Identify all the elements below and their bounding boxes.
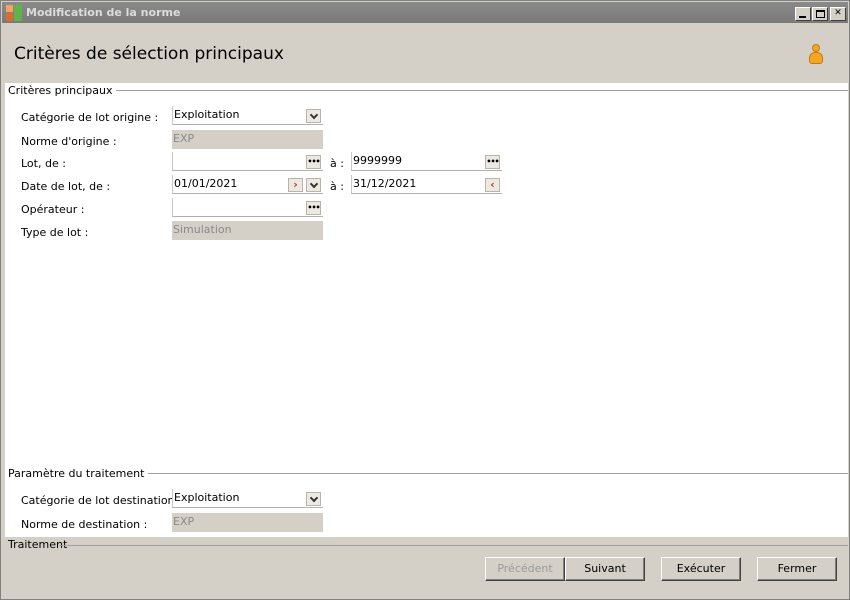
date-to-calendar-button[interactable]: ‹ bbox=[485, 178, 500, 192]
categorie-destination-select[interactable]: Exploitation bbox=[172, 489, 323, 508]
date-to-input[interactable]: 31/12/2021 bbox=[351, 175, 502, 194]
section-divider bbox=[59, 545, 848, 546]
norme-destination-field: EXP bbox=[172, 513, 323, 532]
lot-to-input[interactable]: 9999999 bbox=[351, 152, 502, 171]
categorie-destination-dropdown[interactable] bbox=[306, 492, 321, 506]
title-bar[interactable]: Modification de la norme ✕ bbox=[2, 2, 848, 23]
section-main-label: Critères principaux bbox=[8, 84, 117, 97]
app-icon bbox=[6, 5, 22, 21]
date-from-dropdown[interactable] bbox=[306, 178, 321, 192]
calendar-prev-icon: ‹ bbox=[490, 178, 495, 191]
norme-origine-label: Norme d'origine : bbox=[21, 135, 117, 148]
lot-from-input[interactable] bbox=[172, 152, 323, 171]
section-divider bbox=[126, 473, 848, 474]
page-title: Critères de sélection principaux bbox=[14, 44, 284, 64]
main-window: Modification de la norme ✕ Critères de s… bbox=[0, 0, 850, 600]
categorie-origine-select[interactable]: Exploitation bbox=[172, 106, 323, 125]
operateur-input[interactable] bbox=[172, 198, 323, 217]
lot-to-lookup-button[interactable]: ••• bbox=[485, 155, 500, 169]
maximize-button[interactable] bbox=[812, 7, 828, 21]
calendar-next-icon: › bbox=[293, 178, 298, 191]
chevron-down-icon bbox=[309, 179, 318, 189]
norme-destination-label: Norme de destination : bbox=[21, 518, 148, 531]
close-window-button[interactable]: Fermer bbox=[757, 557, 837, 581]
lot-from-label: Lot, de : bbox=[21, 157, 66, 170]
categorie-origine-dropdown[interactable] bbox=[306, 109, 321, 123]
section-divider bbox=[91, 90, 848, 91]
ellipsis-icon: ••• bbox=[486, 157, 499, 166]
previous-button[interactable]: Précédent bbox=[485, 557, 565, 581]
categorie-destination-label: Catégorie de lot destination : bbox=[21, 494, 182, 507]
norme-origine-field: EXP bbox=[172, 130, 323, 149]
date-from-calendar-button[interactable]: › bbox=[288, 178, 303, 192]
categorie-origine-label: Catégorie de lot origine : bbox=[21, 111, 159, 124]
date-to-label: à : bbox=[330, 180, 344, 193]
type-lot-field: Simulation bbox=[172, 221, 323, 240]
date-lot-label: Date de lot, de : bbox=[21, 180, 111, 193]
operateur-label: Opérateur : bbox=[21, 203, 85, 216]
ellipsis-icon: ••• bbox=[307, 157, 320, 166]
chevron-down-icon bbox=[309, 493, 318, 503]
type-lot-label: Type de lot : bbox=[21, 226, 89, 239]
chevron-down-icon bbox=[309, 110, 318, 120]
categorie-origine-value: Exploitation bbox=[174, 108, 240, 121]
section-params-label: Paramètre du traitement bbox=[8, 467, 149, 480]
close-button[interactable]: ✕ bbox=[830, 7, 846, 21]
next-button[interactable]: Suivant bbox=[565, 557, 645, 581]
user-icon[interactable] bbox=[807, 44, 825, 66]
operateur-lookup-button[interactable]: ••• bbox=[306, 201, 321, 215]
ellipsis-icon: ••• bbox=[307, 203, 320, 212]
execute-button[interactable]: Exécuter bbox=[661, 557, 741, 581]
minimize-button[interactable] bbox=[795, 7, 811, 21]
lot-to-label: à : bbox=[330, 157, 344, 170]
lot-from-lookup-button[interactable]: ••• bbox=[306, 155, 321, 169]
window-title: Modification de la norme bbox=[26, 6, 181, 19]
